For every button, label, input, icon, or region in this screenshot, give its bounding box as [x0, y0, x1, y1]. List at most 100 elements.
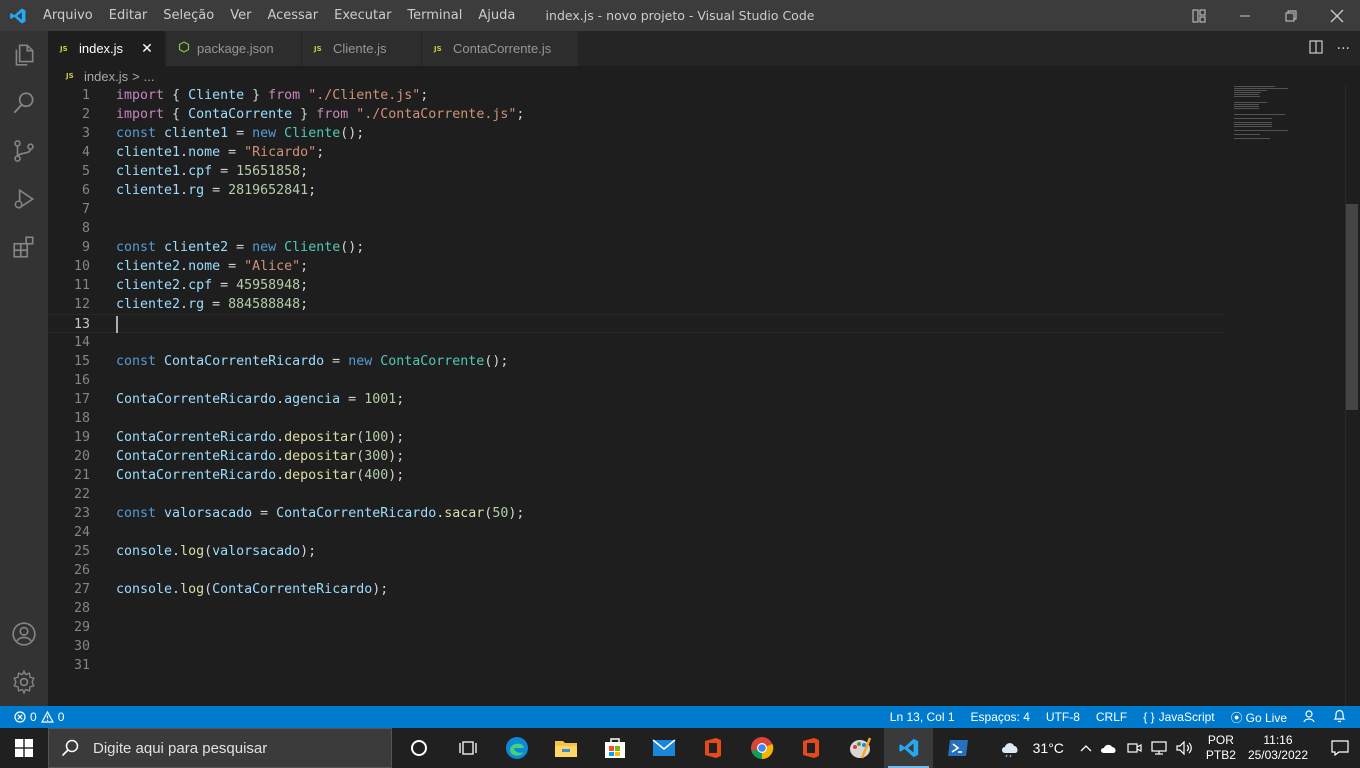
js-file-icon: JS	[314, 44, 322, 53]
onedrive-cloud-icon[interactable]	[1100, 742, 1118, 754]
go-live-button[interactable]: ⦿ Go Live	[1231, 709, 1287, 726]
powershell-icon[interactable]	[933, 728, 982, 768]
edge-icon[interactable]	[492, 728, 541, 768]
vscode-icon[interactable]	[884, 728, 933, 768]
breadcrumb-more[interactable]: ...	[144, 69, 155, 84]
code-line[interactable]: 26	[48, 561, 1226, 580]
split-editor-icon[interactable]	[1309, 39, 1323, 58]
code-line[interactable]: 5 cliente1.cpf = 15651858;	[48, 162, 1226, 181]
paint-icon[interactable]	[835, 728, 884, 768]
volume-icon[interactable]	[1176, 741, 1194, 755]
extensions-icon[interactable]	[0, 223, 48, 271]
minimap[interactable]	[1234, 86, 1334, 146]
code-line[interactable]: 8	[48, 219, 1226, 238]
code-line[interactable]: 27 console.log(ContaCorrenteRicardo);	[48, 580, 1226, 599]
tab-package-json[interactable]: package.json	[166, 31, 302, 66]
problems-indicator[interactable]: 0 0	[0, 710, 64, 724]
vertical-scrollbar[interactable]	[1346, 204, 1358, 410]
notifications-bell-icon[interactable]	[1333, 709, 1346, 726]
cortana-icon[interactable]	[394, 728, 443, 768]
code-line[interactable]: 4 cliente1.nome = "Ricardo";	[48, 143, 1226, 162]
menu-ver[interactable]: Ver	[222, 0, 259, 31]
breadcrumb-file[interactable]: index.js	[84, 69, 128, 84]
code-line[interactable]: 24	[48, 523, 1226, 542]
code-line[interactable]: 10 cliente2.nome = "Alice";	[48, 257, 1226, 276]
tab-cliente-js[interactable]: JS Cliente.js	[302, 31, 422, 66]
menu-selecao[interactable]: Seleção	[155, 0, 222, 31]
code-line[interactable]: 25 console.log(valorsacado);	[48, 542, 1226, 561]
code-line[interactable]: 16	[48, 371, 1226, 390]
encoding[interactable]: UTF-8	[1046, 710, 1080, 724]
code-line[interactable]: 31	[48, 656, 1226, 675]
store-icon[interactable]	[590, 728, 639, 768]
settings-gear-icon[interactable]	[0, 658, 48, 706]
code-line[interactable]: 1 import { Cliente } from "./Cliente.js";	[48, 86, 1226, 105]
mail-icon[interactable]	[639, 728, 688, 768]
code-line[interactable]: 21 ContaCorrenteRicardo.depositar(400);	[48, 466, 1226, 485]
code-line[interactable]: 20 ContaCorrenteRicardo.depositar(300);	[48, 447, 1226, 466]
run-debug-icon[interactable]	[0, 175, 48, 223]
input-language[interactable]: POR PTB2	[1206, 733, 1236, 763]
code-line[interactable]: 29	[48, 618, 1226, 637]
code-line[interactable]: 6 cliente1.rg = 2819652841;	[48, 181, 1226, 200]
code-line[interactable]: 14	[48, 333, 1226, 352]
code-line[interactable]: 7	[48, 200, 1226, 219]
code-line[interactable]: 13	[48, 314, 1226, 333]
menu-arquivo[interactable]: Arquivo	[35, 0, 101, 31]
code-line[interactable]: 18	[48, 409, 1226, 428]
code-line[interactable]: 28	[48, 599, 1226, 618]
layout-icon[interactable]	[1176, 0, 1222, 31]
network-icon[interactable]	[1150, 741, 1168, 755]
office-alt-icon[interactable]	[786, 728, 835, 768]
explorer-icon[interactable]	[0, 31, 48, 79]
cursor-position[interactable]: Ln 13, Col 1	[890, 710, 955, 724]
feedback-icon[interactable]	[1303, 709, 1317, 726]
code-line[interactable]: 12 cliente2.rg = 884588848;	[48, 295, 1226, 314]
line-number: 31	[73, 658, 90, 673]
menu-executar[interactable]: Executar	[326, 0, 399, 31]
restore-button[interactable]	[1268, 0, 1314, 31]
code-line[interactable]: 19 ContaCorrenteRicardo.depositar(100);	[48, 428, 1226, 447]
action-center-icon[interactable]	[1320, 728, 1360, 768]
indentation[interactable]: Espaços: 4	[971, 710, 1030, 724]
clock[interactable]: 11:16 25/03/2022	[1248, 733, 1308, 763]
account-icon[interactable]	[0, 610, 48, 658]
code-line[interactable]: 30	[48, 637, 1226, 656]
menu-editar[interactable]: Editar	[101, 0, 156, 31]
code-line[interactable]: 9 const cliente2 = new Cliente();	[48, 238, 1226, 257]
search-icon[interactable]	[0, 79, 48, 127]
office-icon[interactable]	[688, 728, 737, 768]
code-line[interactable]: 15 const ContaCorrenteRicardo = new Conta…	[48, 352, 1226, 371]
vscode-logo-icon[interactable]	[0, 0, 35, 31]
chrome-icon[interactable]	[737, 728, 786, 768]
code-line[interactable]: 11 cliente2.cpf = 45958948;	[48, 276, 1226, 295]
source-control-icon[interactable]	[0, 127, 48, 175]
windows-start-icon[interactable]	[0, 728, 48, 768]
tab-contacorrente-js[interactable]: JS ContaCorrente.js	[422, 31, 579, 66]
line-code: import { ContaCorrente } from "./ContaCo…	[116, 107, 525, 122]
meet-now-icon[interactable]	[1126, 741, 1142, 755]
chevron-up-icon[interactable]	[1080, 744, 1092, 752]
language-mode[interactable]: { } JavaScript	[1143, 710, 1214, 724]
code-line[interactable]: 3 const cliente1 = new Cliente();	[48, 124, 1226, 143]
temperature[interactable]: 31°C	[1033, 740, 1064, 756]
tab-index-js[interactable]: JS index.js ✕	[48, 31, 166, 66]
code-line[interactable]: 2 import { ContaCorrente } from "./ContaC…	[48, 105, 1226, 124]
line-code: cliente2.cpf = 45958948;	[116, 278, 309, 293]
menu-acessar[interactable]: Acessar	[259, 0, 326, 31]
code-line[interactable]: 23 const valorsacado = ContaCorrenteRicar…	[48, 504, 1226, 523]
code-line[interactable]: 22	[48, 485, 1226, 504]
menu-terminal[interactable]: Terminal	[399, 0, 470, 31]
weather-cloud-icon[interactable]	[999, 738, 1023, 758]
close-tab-icon[interactable]: ✕	[139, 40, 155, 57]
minimize-button[interactable]	[1222, 0, 1268, 31]
file-explorer-icon[interactable]	[541, 728, 590, 768]
taskbar-search-input[interactable]: Digite aqui para pesquisar	[48, 728, 392, 768]
code-line[interactable]: 17 ContaCorrenteRicardo.agencia = 1001;	[48, 390, 1226, 409]
menu-ajuda[interactable]: Ajuda	[470, 0, 523, 31]
end-of-line[interactable]: CRLF	[1096, 710, 1127, 724]
close-window-button[interactable]	[1314, 0, 1360, 31]
code-editor[interactable]: 1 import { Cliente } from "./Cliente.js";…	[48, 86, 1358, 706]
more-actions-icon[interactable]: ···	[1337, 41, 1350, 57]
task-view-icon[interactable]	[443, 728, 492, 768]
